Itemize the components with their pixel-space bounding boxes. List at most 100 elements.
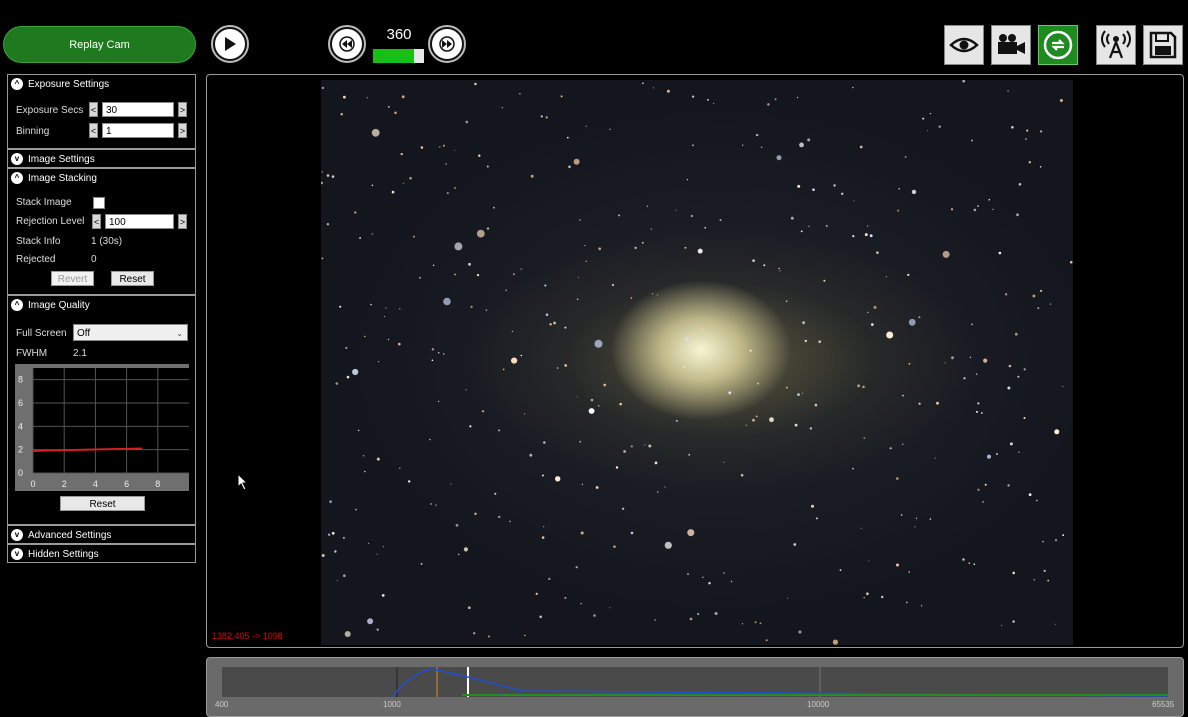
antenna-icon <box>1101 30 1131 59</box>
star <box>513 273 515 276</box>
hidden-settings-header[interactable]: v Hidden Settings <box>8 545 195 563</box>
star <box>723 461 725 463</box>
loop-button[interactable] <box>1038 25 1078 65</box>
star <box>776 155 782 161</box>
star <box>342 536 345 539</box>
full-screen-select[interactable]: Off ⌄ <box>73 324 188 341</box>
star <box>896 563 899 567</box>
star <box>439 146 441 148</box>
star <box>580 531 584 535</box>
replay-cam-button[interactable]: Replay Cam <box>3 26 196 63</box>
histogram-panel[interactable]: 400 1000 10000 65535 <box>206 657 1184 717</box>
binning-increment-button[interactable]: > <box>178 123 187 138</box>
frame-count: 360 <box>386 26 412 43</box>
star <box>630 531 634 535</box>
binning-input[interactable]: 1 <box>102 123 174 138</box>
image-settings-header[interactable]: v Image Settings <box>8 150 195 168</box>
image-viewer[interactable]: 1382,405 -> 1098 <box>206 74 1184 648</box>
star <box>832 639 838 645</box>
image-quality-header[interactable]: ^ Image Quality <box>8 296 195 314</box>
star <box>1000 625 1002 627</box>
revert-button[interactable]: Revert <box>51 271 94 286</box>
star <box>977 205 979 207</box>
star <box>839 569 842 571</box>
star <box>501 107 503 109</box>
rewind-button[interactable] <box>328 25 366 63</box>
star <box>481 410 485 413</box>
quality-reset-button[interactable]: Reset <box>60 496 145 511</box>
star <box>468 262 471 266</box>
star <box>908 571 910 573</box>
image-settings-panel[interactable]: v Image Settings <box>7 149 196 168</box>
star <box>618 214 621 217</box>
star <box>857 384 860 388</box>
exposure-secs-input[interactable]: 30 <box>102 102 174 117</box>
star <box>983 358 988 363</box>
floppy-disk-icon <box>1149 31 1177 59</box>
star <box>787 597 788 599</box>
rejected-label: Rejected <box>16 254 56 265</box>
stack-reset-button[interactable]: Reset <box>111 271 154 286</box>
mouse-cursor-icon <box>237 473 249 491</box>
star <box>329 500 332 504</box>
rejection-increment-button[interactable]: > <box>178 214 187 229</box>
exposure-increment-button[interactable]: > <box>178 102 187 117</box>
star <box>590 398 594 402</box>
hidden-settings-panel[interactable]: v Hidden Settings <box>7 544 196 563</box>
histogram-curve <box>391 667 1168 697</box>
star <box>1033 578 1036 581</box>
star <box>644 444 646 446</box>
rejection-decrement-button[interactable]: < <box>92 214 101 229</box>
star <box>431 359 434 362</box>
star <box>755 415 758 418</box>
stack-info-value: 1 (30s) <box>91 236 123 247</box>
star <box>431 348 435 351</box>
broadcast-button[interactable] <box>1096 25 1136 65</box>
advanced-settings-panel[interactable]: v Advanced Settings <box>7 525 196 544</box>
star <box>962 80 965 83</box>
star <box>450 483 452 485</box>
y-tick-label: 2 <box>18 445 23 455</box>
fast-forward-button[interactable] <box>428 25 466 63</box>
exposure-settings-header[interactable]: ^ Exposure Settings <box>8 75 195 93</box>
view-button[interactable] <box>944 25 984 65</box>
star <box>494 492 497 495</box>
star <box>321 257 324 260</box>
star <box>409 176 412 180</box>
star <box>664 486 666 488</box>
star <box>675 209 677 211</box>
star <box>886 331 894 339</box>
star <box>336 580 338 582</box>
star <box>468 606 471 609</box>
star <box>797 393 800 396</box>
star <box>686 179 688 181</box>
star <box>420 562 423 565</box>
star <box>1007 484 1010 487</box>
star <box>981 412 983 414</box>
star <box>802 321 805 325</box>
play-button[interactable] <box>211 25 249 63</box>
star <box>755 133 759 137</box>
binning-decrement-button[interactable]: < <box>89 123 98 138</box>
star <box>535 592 538 595</box>
star <box>611 283 615 287</box>
star <box>334 550 337 553</box>
exposure-decrement-button[interactable]: < <box>89 102 98 117</box>
star <box>609 128 611 130</box>
star <box>802 392 803 394</box>
star <box>473 632 476 635</box>
star <box>1054 429 1060 435</box>
video-camera-button[interactable] <box>991 25 1031 65</box>
star <box>437 352 440 354</box>
cursor-coordinates: 1382,405 -> 1098 <box>212 631 283 641</box>
star <box>545 116 548 119</box>
advanced-settings-header[interactable]: v Advanced Settings <box>8 526 195 544</box>
star <box>825 224 828 227</box>
image-stacking-header[interactable]: ^ Image Stacking <box>8 169 195 187</box>
rejected-value: 0 <box>91 254 97 265</box>
stack-image-checkbox[interactable] <box>93 197 105 209</box>
rejection-level-input[interactable]: 100 <box>105 214 174 229</box>
save-button[interactable] <box>1143 25 1183 65</box>
star <box>868 560 870 562</box>
video-camera-icon <box>998 34 1025 54</box>
